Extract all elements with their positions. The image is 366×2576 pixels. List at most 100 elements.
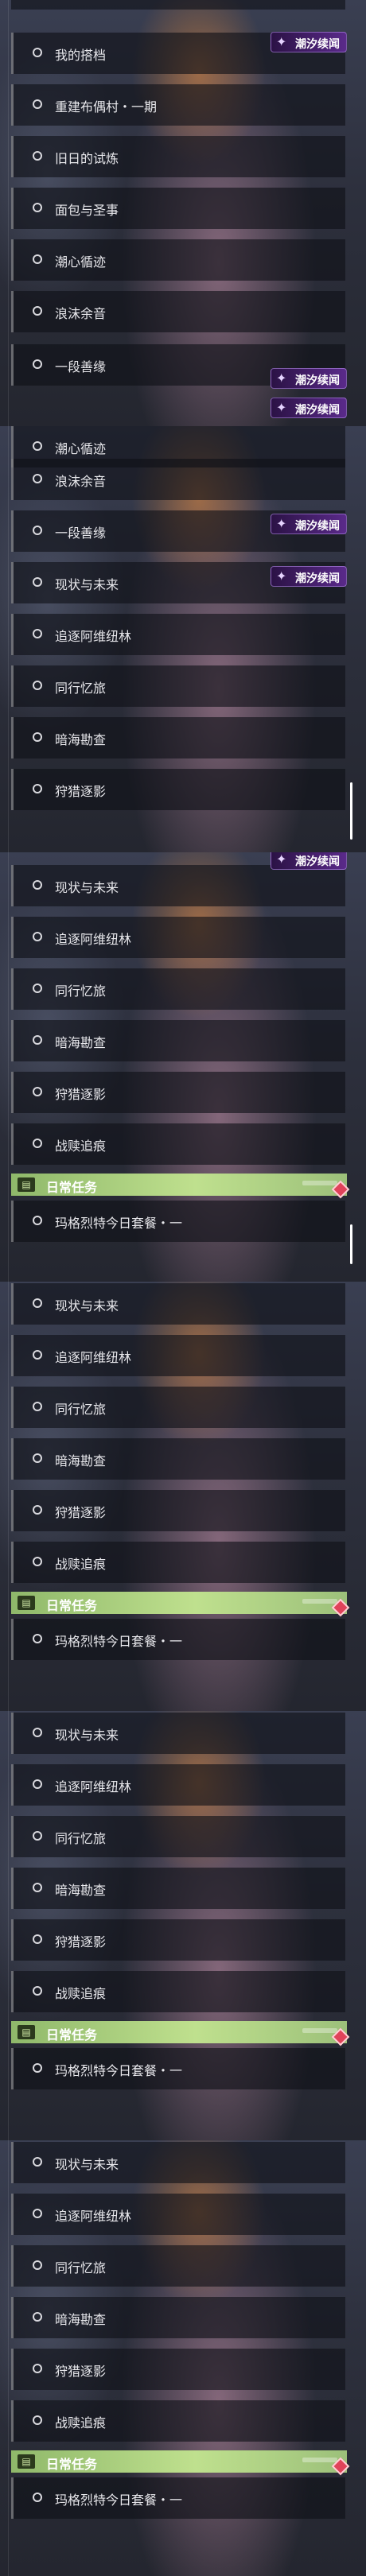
daily-tasks-header[interactable]: ▤ 日常任务: [11, 1174, 347, 1196]
daily-tasks-title: 日常任务: [46, 1598, 98, 1613]
quest-item[interactable]: 现状与未来: [11, 865, 345, 906]
quest-status-circle-icon: [33, 99, 42, 109]
quest-item[interactable]: 现状与未来: [11, 2142, 345, 2183]
tide-tales-badge: ✦ 潮汐续闻: [271, 852, 347, 870]
quest-status-circle-icon: [33, 784, 42, 793]
scrollbar-thumb[interactable]: [350, 782, 352, 840]
tide-tales-badge: ✦ 潮汐续闻: [271, 398, 347, 418]
quest-name: 一段善缘: [55, 526, 107, 541]
tide-tales-badge: ✦ 潮汐续闻: [271, 566, 347, 587]
badge-label: 潮汐续闻: [295, 855, 340, 868]
quest-item[interactable]: 同行忆旅: [11, 1816, 345, 1857]
quest-name: 暗海勘查: [55, 1035, 107, 1050]
quest-item[interactable]: 旧日的试炼: [11, 136, 345, 177]
header-decoration: [302, 1181, 337, 1185]
quest-name: 旧日的试炼: [55, 151, 119, 166]
quest-item[interactable]: 战赎追痕: [11, 1971, 345, 2012]
quest-item[interactable]: 狩猎逐影: [11, 2349, 345, 2390]
quest-panel-capture: 现状与未来追逐阿维纽林同行忆旅暗海勘查狩猎逐影战赎追痕 ▤ 日常任务玛格烈特今日套餐…: [0, 1711, 366, 2140]
daily-book-icon: ▤: [18, 2454, 35, 2469]
quest-item[interactable]: 浪沫余音: [11, 459, 345, 500]
quest-status-circle-icon: [33, 1453, 42, 1463]
quest-item[interactable]: 暗海勘查: [11, 717, 345, 758]
quest-name: 现状与未来: [55, 1728, 119, 1743]
quest-status-circle-icon: [33, 2312, 42, 2322]
quest-item[interactable]: 现状与未来: [11, 1283, 345, 1325]
quest-status-circle-icon: [33, 629, 42, 638]
quest-name: 玛格烈特今日套餐・一: [55, 1634, 183, 1649]
quest-name: 浪沫余音: [55, 474, 107, 489]
quest-name: 现状与未来: [55, 1298, 119, 1313]
quest-item[interactable]: 暗海勘查: [11, 2297, 345, 2338]
quest-item[interactable]: 暗海勘查: [11, 1438, 345, 1480]
daily-quest-item[interactable]: 玛格烈特今日套餐・一: [11, 2048, 345, 2089]
tide-emblem-icon: ✦: [276, 852, 287, 867]
scrollbar-thumb[interactable]: [350, 1224, 352, 1264]
quest-item[interactable]: 重建布偶村・一期: [11, 84, 345, 126]
quest-item[interactable]: 暗海勘查: [11, 1020, 345, 1061]
daily-tasks-header[interactable]: ▤ 日常任务: [11, 2450, 347, 2473]
daily-quest-item[interactable]: 玛格烈特今日套餐・一: [11, 2477, 345, 2519]
quest-item[interactable]: 追逐阿维纽林: [11, 1335, 345, 1376]
quest-name: 战赎追痕: [55, 1986, 107, 2001]
quest-item[interactable]: 浪沫余音: [11, 291, 345, 332]
quest-item[interactable]: 面包与圣事: [11, 188, 345, 229]
quest-item[interactable]: 狩猎逐影: [11, 769, 345, 810]
quest-item[interactable]: 追逐阿维纽林: [11, 1764, 345, 1806]
tide-emblem-icon: ✦: [276, 400, 287, 415]
daily-tasks-title: 日常任务: [46, 2457, 98, 2472]
quest-item[interactable]: 同行忆旅: [11, 1387, 345, 1428]
daily-quest-item[interactable]: 玛格烈特今日套餐・一: [11, 1619, 345, 1660]
tide-tales-badge: ✦ 潮汐续闻: [271, 32, 347, 52]
daily-tasks-header[interactable]: ▤ 日常任务: [11, 2021, 347, 2043]
quest-name: 暗海勘查: [55, 732, 107, 747]
quest-status-circle-icon: [33, 732, 42, 742]
quest-status-circle-icon: [33, 2209, 42, 2218]
quest-status-circle-icon: [33, 1298, 42, 1308]
quest-item[interactable]: 现状与未来: [11, 1713, 345, 1754]
quest-name: 暗海勘查: [55, 1883, 107, 1898]
quest-item[interactable]: 狩猎逐影: [11, 1072, 345, 1113]
quest-status-circle-icon: [33, 1934, 42, 1944]
quest-item[interactable]: 暗海勘查: [11, 1868, 345, 1909]
quest-name: 追逐阿维纽林: [55, 1350, 132, 1365]
quest-name: 浪沫余音: [55, 306, 107, 321]
quest-item[interactable]: 同行忆旅: [11, 2245, 345, 2287]
daily-tasks-title: 日常任务: [46, 2027, 98, 2043]
quest-name: 我的搭档: [55, 48, 107, 63]
daily-quest-item[interactable]: 玛格烈特今日套餐・一: [11, 1201, 345, 1242]
quest-name: 现状与未来: [55, 880, 119, 895]
quest-item[interactable]: 潮心循迹: [11, 239, 345, 281]
quest-item[interactable]: 同行忆旅: [11, 665, 345, 707]
quest-item[interactable]: 追逐阿维纽林: [11, 2194, 345, 2235]
badge-label: 潮汐续闻: [295, 572, 340, 585]
quest-item[interactable]: 追逐阿维纽林: [11, 614, 345, 655]
quest-name: 同行忆旅: [55, 1831, 107, 1846]
quest-panel-capture: 我的搭档 重建布偶村・一期 旧日的试炼 面包与圣事 潮心循迹 浪沫余音 一段善缘 ✦ 潮汐续闻 ✦…: [0, 0, 366, 426]
quest-panel-capture: 现状与未来追逐阿维纽林 同行忆旅暗海勘查狩猎逐影战赎追痕 ✦ 潮汐续闻 ▤ 日常任务玛格烈…: [0, 852, 366, 1282]
quest-item[interactable]: 狩猎逐影: [11, 1490, 345, 1531]
quest-item[interactable]: 同行忆旅: [11, 968, 345, 1010]
quest-item[interactable]: 追逐阿维纽林: [11, 917, 345, 958]
quest-item[interactable]: 狩猎逐影: [11, 1919, 345, 1961]
daily-tasks-title: 日常任务: [46, 1180, 98, 1195]
quest-item[interactable]: 战赎追痕: [11, 1123, 345, 1165]
quest-status-circle-icon: [33, 1035, 42, 1045]
quest-status-circle-icon: [33, 983, 42, 993]
partial-quest-row: [11, 0, 345, 10]
quest-status-circle-icon: [33, 1728, 42, 1737]
quest-status-circle-icon: [33, 880, 42, 890]
badge-label: 潮汐续闻: [295, 38, 340, 51]
quest-name: 狩猎逐影: [55, 1505, 107, 1520]
daily-tasks-header[interactable]: ▤ 日常任务: [11, 1592, 347, 1614]
quest-status-circle-icon: [33, 306, 42, 316]
quest-name: 同行忆旅: [55, 681, 107, 696]
quest-item[interactable]: 战赎追痕: [11, 1542, 345, 1583]
quest-name: 战赎追痕: [55, 2415, 107, 2431]
quest-status-circle-icon: [33, 1831, 42, 1841]
tide-emblem-icon: ✦: [276, 370, 287, 386]
tide-emblem-icon: ✦: [276, 516, 287, 531]
quest-status-circle-icon: [33, 1883, 42, 1892]
quest-item[interactable]: 战赎追痕: [11, 2400, 345, 2442]
quest-name: 一段善缘: [55, 359, 107, 374]
